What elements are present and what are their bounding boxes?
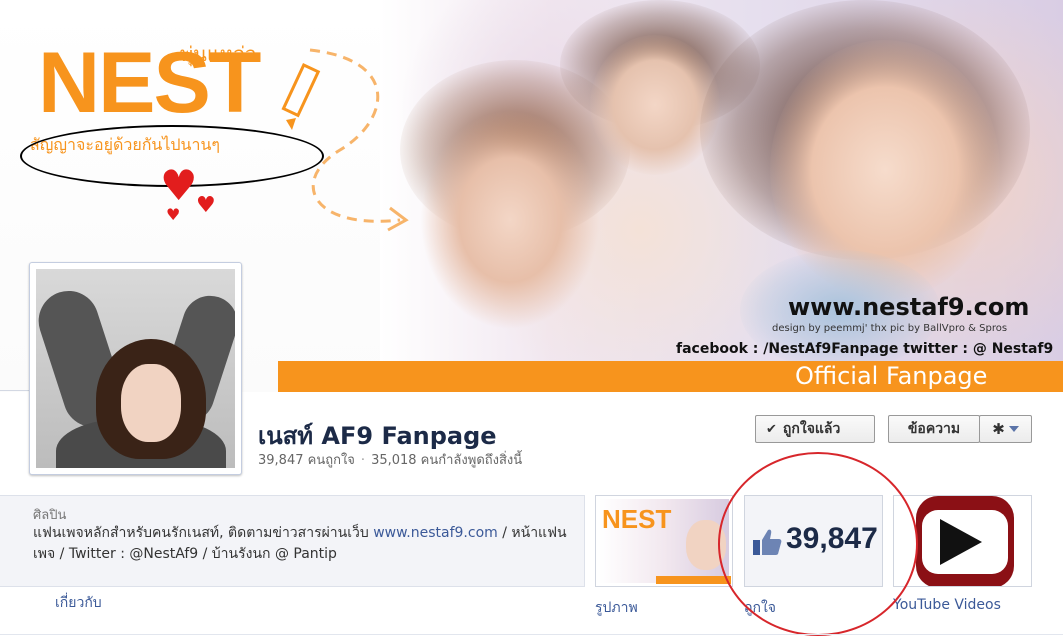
heart-icon: ♥ <box>160 161 198 210</box>
page-category: ศิลปิน <box>33 508 67 523</box>
cover-social-line: facebook : /NestAf9Fanpage twitter : @ N… <box>676 341 1054 357</box>
app-photos[interactable]: NEST <box>595 495 733 587</box>
divider <box>0 390 29 391</box>
thumbnail-logo: NEST <box>602 504 672 534</box>
page-stats: 39,847 คนถูกใจ · 35,018 คนกำลังพูดถึงสิ่งน… <box>258 449 522 470</box>
thumbnail-bar <box>656 576 731 584</box>
stats-separator: · <box>360 453 366 468</box>
description-text: แฟนเพจหลักสำหรับคนรักเนสท์, ติดตามข่าวสา… <box>33 525 374 541</box>
checkmark-icon: ✔ <box>766 421 777 437</box>
heart-icon: ♥ <box>196 193 216 218</box>
profile-photo <box>36 269 235 468</box>
youtube-icon <box>916 496 1014 586</box>
youtube-icon-inner <box>922 510 1008 574</box>
page-description: แฟนเพจหลักสำหรับคนรักเนสท์, ติดตามข่าวสา… <box>33 523 573 565</box>
talking-about-text[interactable]: 35,018 คนกำลังพูดถึงสิ่งนี้ <box>371 453 522 468</box>
settings-dropdown-button[interactable]: ✱ <box>979 415 1032 443</box>
website-link[interactable]: www.nestaf9.com <box>373 525 498 541</box>
play-icon <box>940 519 982 565</box>
about-link[interactable]: เกี่ยวกับ <box>55 592 102 614</box>
cover-portrait-2 <box>590 35 720 175</box>
cover-design-credit: design by peemmj' thx pic by BallVpro & … <box>772 323 1008 334</box>
profile-picture[interactable] <box>29 262 242 475</box>
cover-banner-text: Official Fanpage <box>795 362 988 390</box>
gear-icon: ✱ <box>992 420 1005 438</box>
app-youtube-label[interactable]: YouTube Videos <box>893 597 1001 613</box>
heart-icon: ♥ <box>166 205 181 224</box>
app-photos-label[interactable]: รูปภาพ <box>595 597 638 619</box>
liked-button[interactable]: ✔ ถูกใจแล้ว <box>755 415 875 443</box>
cover-website: www.nestaf9.com <box>788 293 1030 321</box>
likes-count-text[interactable]: 39,847 คนถูกใจ <box>258 453 355 468</box>
message-button[interactable]: ข้อความ <box>888 415 980 443</box>
pencil-icon <box>281 63 321 130</box>
cover-logo-thai: พุ่นแหล่ว <box>180 44 257 66</box>
message-button-label: ข้อความ <box>907 421 961 437</box>
chevron-down-icon <box>1008 426 1019 432</box>
photo-face <box>121 364 181 442</box>
liked-button-label: ถูกใจแล้ว <box>782 421 841 437</box>
bottom-divider <box>0 634 1063 635</box>
annotation-circle <box>718 452 918 636</box>
about-box[interactable]: ศิลปิน แฟนเพจหลักสำหรับคนรักเนสท์, ติดตา… <box>0 495 585 587</box>
